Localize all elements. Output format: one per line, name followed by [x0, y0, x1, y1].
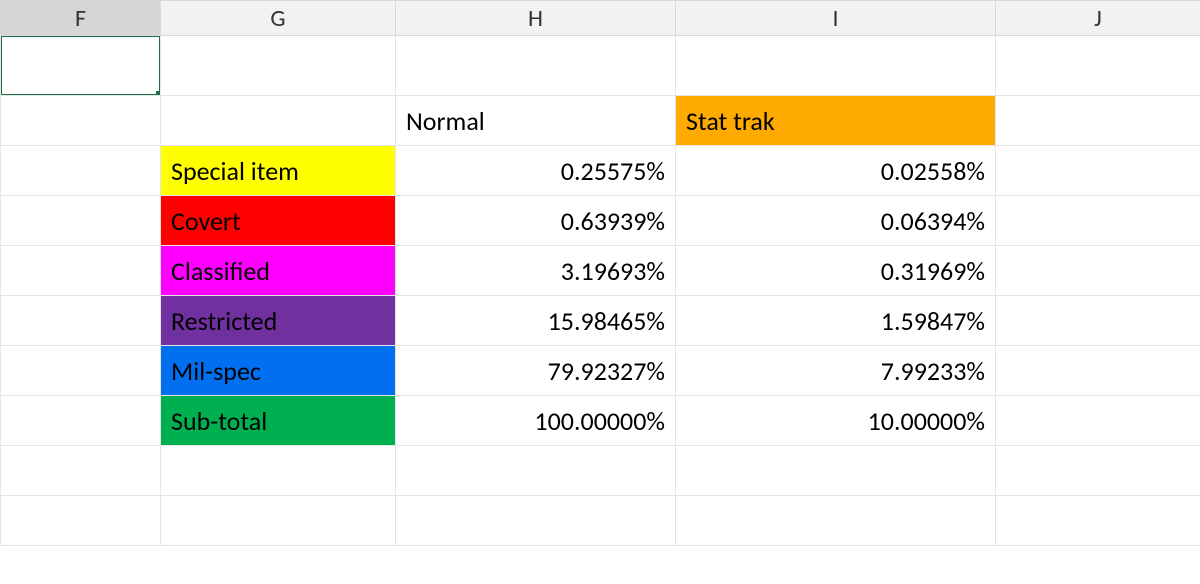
column-header-F[interactable]: F [1, 1, 161, 36]
cell-F2-selected[interactable] [1, 36, 161, 96]
cell-F4[interactable] [1, 146, 161, 196]
cell-G3[interactable] [161, 96, 396, 146]
row-classified[interactable]: Classified 3.19693% 0.31969% [1, 246, 1200, 296]
cell-I2[interactable] [676, 36, 996, 96]
row-special-item[interactable]: Special item 0.25575% 0.02558% [1, 146, 1200, 196]
cell-H10[interactable] [396, 446, 676, 496]
cell-H11[interactable] [396, 496, 676, 546]
cell-J11[interactable] [996, 496, 1200, 546]
cell-F11[interactable] [1, 496, 161, 546]
value-covert-stat-trak[interactable]: 0.06394% [676, 196, 996, 246]
column-header-H[interactable]: H [396, 1, 676, 36]
column-header-G[interactable]: G [161, 1, 396, 36]
header-stat-trak[interactable]: Stat trak [676, 96, 996, 146]
cell-G2[interactable] [161, 36, 396, 96]
cell-F8[interactable] [1, 346, 161, 396]
cell-F9[interactable] [1, 396, 161, 446]
row-mil-spec[interactable]: Mil-spec 79.92327% 7.99233% [1, 346, 1200, 396]
column-header-I[interactable]: I [676, 1, 996, 36]
fill-handle[interactable] [156, 91, 161, 96]
row-10[interactable] [1, 446, 1200, 496]
row-restricted[interactable]: Restricted 15.98465% 1.59847% [1, 296, 1200, 346]
cell-J9[interactable] [996, 396, 1200, 446]
label-restricted[interactable]: Restricted [161, 296, 396, 346]
value-covert-normal[interactable]: 0.63939% [396, 196, 676, 246]
cell-J5[interactable] [996, 196, 1200, 246]
cell-J3[interactable] [996, 96, 1200, 146]
label-special-item[interactable]: Special item [161, 146, 396, 196]
cell-H2[interactable] [396, 36, 676, 96]
header-normal[interactable]: Normal [396, 96, 676, 146]
cell-G11[interactable] [161, 496, 396, 546]
row-11[interactable] [1, 496, 1200, 546]
label-classified[interactable]: Classified [161, 246, 396, 296]
cell-J2[interactable] [996, 36, 1200, 96]
cell-I11[interactable] [676, 496, 996, 546]
cell-J6[interactable] [996, 246, 1200, 296]
cell-F7[interactable] [1, 296, 161, 346]
cell-F5[interactable] [1, 196, 161, 246]
cell-J7[interactable] [996, 296, 1200, 346]
value-sub-total-stat-trak[interactable]: 10.00000% [676, 396, 996, 446]
value-classified-normal[interactable]: 3.19693% [396, 246, 676, 296]
value-sub-total-normal[interactable]: 100.00000% [396, 396, 676, 446]
row-sub-total[interactable]: Sub-total 100.00000% 10.00000% [1, 396, 1200, 446]
value-special-item-normal[interactable]: 0.25575% [396, 146, 676, 196]
value-mil-spec-stat-trak[interactable]: 7.99233% [676, 346, 996, 396]
cell-J10[interactable] [996, 446, 1200, 496]
value-classified-stat-trak[interactable]: 0.31969% [676, 246, 996, 296]
cell-F3[interactable] [1, 96, 161, 146]
cell-F6[interactable] [1, 246, 161, 296]
label-mil-spec[interactable]: Mil-spec [161, 346, 396, 396]
value-special-item-stat-trak[interactable]: 0.02558% [676, 146, 996, 196]
label-sub-total[interactable]: Sub-total [161, 396, 396, 446]
value-mil-spec-normal[interactable]: 79.92327% [396, 346, 676, 396]
label-covert[interactable]: Covert [161, 196, 396, 246]
row-3[interactable]: Normal Stat trak [1, 96, 1200, 146]
spreadsheet-grid[interactable]: F G H I J Normal Stat trak Special item … [0, 0, 1200, 546]
cell-J8[interactable] [996, 346, 1200, 396]
value-restricted-stat-trak[interactable]: 1.59847% [676, 296, 996, 346]
cell-I10[interactable] [676, 446, 996, 496]
column-header-J[interactable]: J [996, 1, 1200, 36]
value-restricted-normal[interactable]: 15.98465% [396, 296, 676, 346]
cell-G10[interactable] [161, 446, 396, 496]
spreadsheet-viewport[interactable]: F G H I J Normal Stat trak Special item … [0, 0, 1200, 584]
row-covert[interactable]: Covert 0.63939% 0.06394% [1, 196, 1200, 246]
cell-F10[interactable] [1, 446, 161, 496]
cell-J4[interactable] [996, 146, 1200, 196]
row-2[interactable] [1, 36, 1200, 96]
column-header-row[interactable]: F G H I J [1, 1, 1200, 36]
